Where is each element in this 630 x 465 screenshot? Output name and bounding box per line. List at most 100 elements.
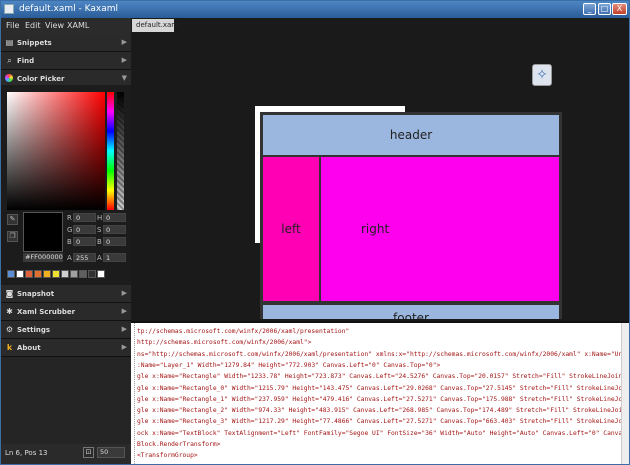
palette-swatch[interactable]: [70, 270, 78, 278]
left-text: left: [281, 222, 301, 236]
scrubber-icon: ✱: [6, 307, 13, 316]
code-line[interactable]: <TransformGroup>: [137, 450, 198, 461]
menu-view[interactable]: View: [45, 21, 64, 30]
window-title: default.xaml - Kaxaml: [19, 4, 118, 14]
a2-label: A: [97, 254, 102, 262]
find-icon: ⌕: [7, 56, 12, 65]
copy-icon[interactable]: ❐: [7, 231, 18, 242]
code-line[interactable]: gle x:Name="Rectangle_0" Width="1215.79"…: [137, 383, 629, 394]
section-settings[interactable]: ⚙ Settings ▶: [1, 321, 131, 339]
r-field[interactable]: 0: [73, 213, 96, 222]
code-line[interactable]: gle x:Name="Rectangle" Width="1233.78" H…: [137, 371, 629, 382]
palette-swatch[interactable]: [52, 270, 60, 278]
chevron-right-icon: ▶: [121, 289, 127, 297]
palette-swatch[interactable]: [25, 270, 33, 278]
gear-icon: ⚙: [5, 325, 14, 334]
menu-file[interactable]: File: [6, 21, 19, 30]
code-line[interactable]: Block.RenderTransform>: [137, 439, 220, 450]
code-line[interactable]: gle x:Name="Rectangle_1" Width="237.959"…: [137, 394, 629, 405]
title-bar[interactable]: default.xaml - Kaxaml _ □ X: [1, 1, 629, 18]
footer-text: footer: [393, 311, 429, 319]
vertical-scrollbar[interactable]: [621, 323, 629, 464]
right-text: right: [361, 222, 390, 236]
tab-default-xaml[interactable]: default.xaml*: [132, 19, 184, 32]
brightness-label: B: [97, 238, 102, 246]
snippets-icon: ▤: [5, 38, 14, 47]
b-label: B: [67, 238, 72, 246]
hex-field[interactable]: #FF000000: [23, 253, 63, 262]
s-field[interactable]: 0: [103, 225, 126, 234]
s-label: S: [97, 226, 102, 234]
kaxaml-logo-icon: k: [6, 343, 13, 352]
left-panel: ▤ Snippets ▶ ⌕ Find ▶ Color Picker ▼ ✎ ❐…: [1, 34, 131, 464]
section-snapshot[interactable]: ◙ Snapshot ▶: [1, 285, 131, 303]
palette-swatch[interactable]: [34, 270, 42, 278]
code-line[interactable]: gle x:Name="Rectangle_2" Width="974.33" …: [137, 405, 629, 416]
document-area: default.xaml* ✧ header left right footer…: [131, 18, 629, 464]
code-line[interactable]: :Name="Layer_1" Width="1279.84" Height="…: [137, 360, 440, 371]
h-field[interactable]: 0: [103, 213, 126, 222]
palette-swatch[interactable]: [97, 270, 105, 278]
code-line[interactable]: http://schemas.microsoft.com/winfx/2006/…: [137, 337, 311, 348]
code-line[interactable]: tp://schemas.microsoft.com/winfx/2006/xa…: [137, 326, 349, 337]
section-label: Color Picker: [17, 75, 65, 83]
zoom-select[interactable]: 50: [97, 447, 125, 458]
section-label: Settings: [17, 326, 51, 334]
cursor-position: Ln 6, Pos 13: [5, 449, 48, 457]
saturation-value-field[interactable]: [7, 92, 105, 210]
chevron-right-icon: ▶: [121, 38, 127, 46]
editor-gutter: [131, 323, 135, 464]
palette-swatch[interactable]: [61, 270, 69, 278]
a-field[interactable]: 255: [73, 253, 96, 262]
maximize-button[interactable]: □: [598, 3, 611, 15]
palette-swatch[interactable]: [88, 270, 96, 278]
right-rect: right: [320, 156, 560, 302]
section-label: Snippets: [17, 39, 52, 47]
header-text: header: [389, 128, 433, 142]
palette-swatch[interactable]: [16, 270, 24, 278]
minimize-button[interactable]: _: [583, 3, 596, 15]
chevron-right-icon: ▶: [121, 325, 127, 333]
menu-bar: File Edit View XAML: [1, 18, 131, 34]
b-field[interactable]: 0: [73, 237, 96, 246]
alpha-slider[interactable]: [117, 92, 124, 210]
color-wheel-icon: [5, 74, 13, 82]
code-line[interactable]: gle x:Name="Rectangle_3" Width="1217.29"…: [137, 416, 629, 427]
status-bar: Ln 6, Pos 13 ⊡ 50: [1, 444, 131, 464]
section-about[interactable]: k About ▶: [1, 339, 131, 357]
chevron-right-icon: ▶: [121, 307, 127, 315]
g-label: G: [67, 226, 73, 234]
r-label: R: [67, 214, 72, 222]
design-preview: ✧ header left right footer: [131, 32, 629, 319]
section-find[interactable]: ⌕ Find ▶: [1, 52, 131, 70]
palette-swatch[interactable]: [43, 270, 51, 278]
menu-xaml[interactable]: XAML: [67, 21, 89, 30]
eyedropper-icon[interactable]: ✎: [7, 214, 18, 225]
section-xaml-scrubber[interactable]: ✱ Xaml Scrubber ▶: [1, 303, 131, 321]
footer-rect: footer: [262, 304, 560, 319]
zoom-icon[interactable]: ⊡: [83, 447, 94, 458]
color-palette: [7, 270, 106, 280]
section-snippets[interactable]: ▤ Snippets ▶: [1, 34, 131, 52]
xaml-code-editor[interactable]: tp://schemas.microsoft.com/winfx/2006/xa…: [131, 321, 629, 464]
color-swatch: [23, 212, 63, 252]
code-line[interactable]: ns="http://schemas.microsoft.com/winfx/2…: [137, 349, 629, 360]
g-field[interactable]: 0: [73, 225, 96, 234]
brightness-field[interactable]: 0: [103, 237, 126, 246]
left-rect: left: [262, 156, 320, 302]
section-label: About: [17, 344, 41, 352]
hue-slider[interactable]: [107, 92, 114, 210]
chevron-right-icon: ▶: [121, 343, 127, 351]
palette-swatch[interactable]: [79, 270, 87, 278]
kaxaml-window: default.xaml - Kaxaml _ □ X File Edit Vi…: [0, 0, 630, 465]
a2-field[interactable]: 1: [103, 253, 126, 262]
chevron-down-icon: ▼: [121, 74, 127, 82]
header-rect: header: [262, 114, 560, 156]
menu-edit[interactable]: Edit: [25, 21, 41, 30]
code-line[interactable]: ock x:Name="TextBlock" TextAlignment="Le…: [137, 428, 629, 439]
a-label: A: [67, 254, 72, 262]
layout-canvas: header left right footer: [260, 112, 562, 319]
close-button[interactable]: X: [612, 3, 627, 15]
palette-swatch[interactable]: [7, 270, 15, 278]
app-icon: [4, 4, 14, 14]
